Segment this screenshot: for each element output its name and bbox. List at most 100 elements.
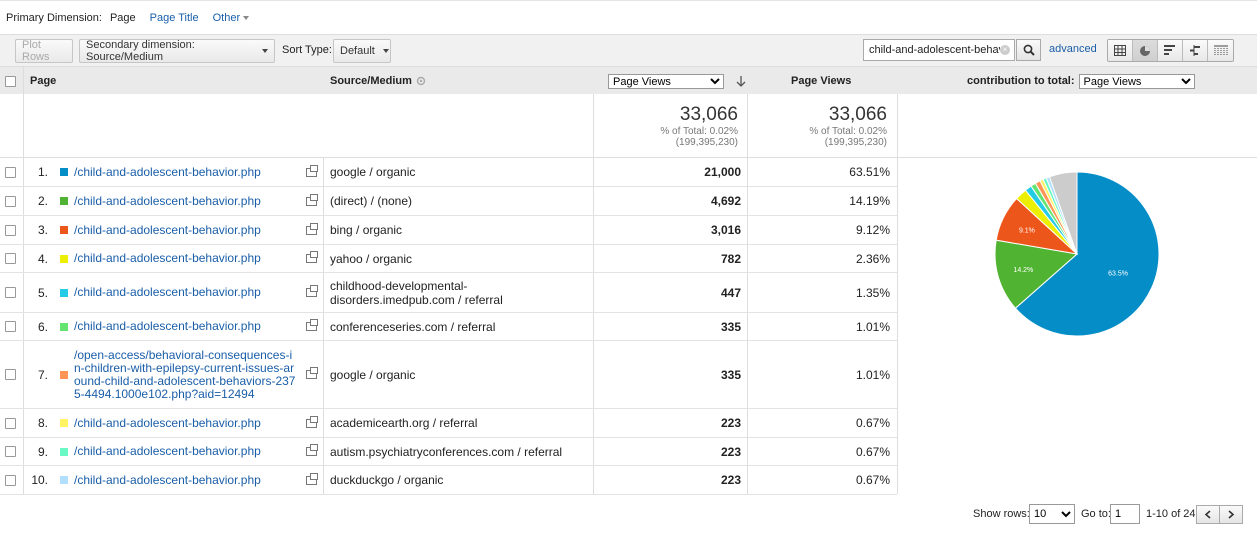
external-link-icon[interactable] [306,251,318,263]
external-link-icon[interactable] [306,444,318,456]
row-checkbox[interactable] [5,166,16,178]
sort-descending-icon[interactable] [736,75,746,87]
page-column-header[interactable]: Page [30,67,56,95]
color-swatch [60,168,68,176]
open-page-cell [306,313,318,340]
page-cell: /child-and-adolescent-behavior.php [74,438,306,465]
page-views-column-header[interactable]: Page Views [791,67,851,95]
row-checkbox-cell [5,409,16,437]
page-link-line[interactable]: ound-child-and-adolescent-behaviors-237 [74,374,295,388]
comparison-view-button[interactable] [1183,40,1208,61]
external-link-icon[interactable] [306,472,318,485]
page-views-percent: 14.19% [849,194,890,208]
external-link-icon[interactable] [306,319,318,331]
row-checkbox[interactable] [5,446,16,457]
row-checkbox-cell [5,273,16,312]
page-views-value: 21,000 [704,165,741,179]
page-link[interactable]: /child-and-adolescent-behavior.php [74,416,261,430]
sort-type-value: Default [340,45,375,57]
open-page-cell [306,466,318,494]
external-link-icon[interactable] [306,285,318,297]
source-medium-line: childhood-developmental- [330,278,468,293]
open-page-cell [306,187,318,215]
page-views-value: 335 [720,319,741,334]
external-link-icon[interactable] [306,164,318,177]
row-number: 6. [37,319,48,334]
table-row: 7. /open-access/behavioral-consequences-… [0,341,897,409]
row-checkbox[interactable] [5,321,16,332]
page-views-percent: 0.67% [855,473,890,487]
plot-rows-button[interactable]: Plot Rows [15,39,73,63]
row-checkbox[interactable] [5,195,16,207]
page-cell: /child-and-adolescent-behavior.php [74,245,306,272]
external-link-icon[interactable] [306,415,318,428]
advanced-filter-link[interactable]: advanced [1049,43,1097,55]
search-input[interactable]: child-and-adolescent-behav × [863,39,1015,61]
secondary-dimension-label: Secondary dimension: Source/Medium [86,39,195,63]
pivot-table-icon [1213,45,1228,56]
external-link-icon[interactable] [306,193,318,206]
page-link[interactable]: /child-and-adolescent-behavior.php [74,473,261,487]
row-checkbox[interactable] [5,224,16,236]
sort-type-label: Sort Type: [282,44,332,56]
clear-icon[interactable]: × [1000,45,1010,55]
open-page-cell [306,341,318,408]
page-link[interactable]: /child-and-adolescent-behavior.php [74,223,261,237]
show-rows-select[interactable]: 10 [1029,504,1075,524]
table-view-button[interactable] [1108,40,1133,61]
pivot-view-button[interactable] [1208,40,1233,61]
row-checkbox[interactable] [5,417,16,429]
primary-dimension-page[interactable]: Page [110,12,136,24]
pie-slice-label: 14.2% [1013,267,1033,274]
next-page-button[interactable] [1219,504,1243,524]
page-views-percent: 0.67% [855,444,890,459]
table-row: 5. /child-and-adolescent-behavior.php ch… [0,273,897,313]
secondary-dimension-dropdown[interactable]: Secondary dimension: Source/Medium [79,39,275,63]
gear-icon[interactable] [416,76,426,86]
page-link[interactable]: /child-and-adolescent-behavior.php [74,165,261,179]
row-checkbox-cell [5,313,16,340]
series-swatch [60,187,68,215]
page-views-value: 3,016 [710,223,741,237]
search-button[interactable] [1016,39,1041,61]
page-link-line[interactable]: 5-4494.1000e102.php?aid=12494 [74,387,255,401]
series-swatch [60,273,68,312]
metric-select[interactable]: Page Views [608,73,724,89]
external-link-icon[interactable] [306,367,318,379]
source-medium-column-header[interactable]: Source/Medium [330,67,426,95]
page-link-line[interactable]: /open-access/behavioral-consequences-i [74,348,292,362]
row-checkbox[interactable] [5,287,16,298]
page-link[interactable]: /child-and-adolescent-behavior.php [74,445,261,458]
select-all-checkbox[interactable] [5,75,16,87]
page-link-line[interactable]: n-children-with-epilepsy-current-issues-… [74,361,294,375]
row-checkbox[interactable] [5,369,16,380]
page-views-value: 223 [720,473,741,487]
sort-type-dropdown[interactable]: Default [333,39,391,63]
primary-dimension-other[interactable]: Other [213,12,250,24]
pie-view-button[interactable] [1133,40,1158,61]
table-toolbar: Plot Rows Secondary dimension: Source/Me… [0,34,1257,66]
color-swatch [60,226,68,234]
performance-view-button[interactable] [1158,40,1183,61]
series-swatch [60,438,68,465]
page-link[interactable]: /child-and-adolescent-behavior.php [74,286,261,299]
row-checkbox[interactable] [5,253,16,264]
previous-page-button[interactable] [1196,504,1220,524]
primary-dimension-page-title[interactable]: Page Title [150,12,199,24]
goto-input[interactable] [1110,504,1140,524]
page-views-value: 447 [720,285,741,300]
pager-buttons [1196,504,1243,524]
page-link[interactable]: /child-and-adolescent-behavior.php [74,194,261,208]
row-checkbox-cell [5,466,16,494]
row-checkbox[interactable] [5,474,16,486]
page-link[interactable]: /child-and-adolescent-behavior.php [74,320,261,333]
contribution-label: contribution to total: [967,75,1075,87]
contribution-select[interactable]: Page Views [1078,73,1195,89]
page-views-value: 4,692 [710,194,741,208]
external-link-icon[interactable] [306,222,318,235]
row-number: 3. [37,223,48,237]
row-checkbox-cell [5,216,16,244]
series-swatch [60,313,68,340]
total-of: (199,395,230) [824,137,887,148]
page-link[interactable]: /child-and-adolescent-behavior.php [74,252,261,265]
